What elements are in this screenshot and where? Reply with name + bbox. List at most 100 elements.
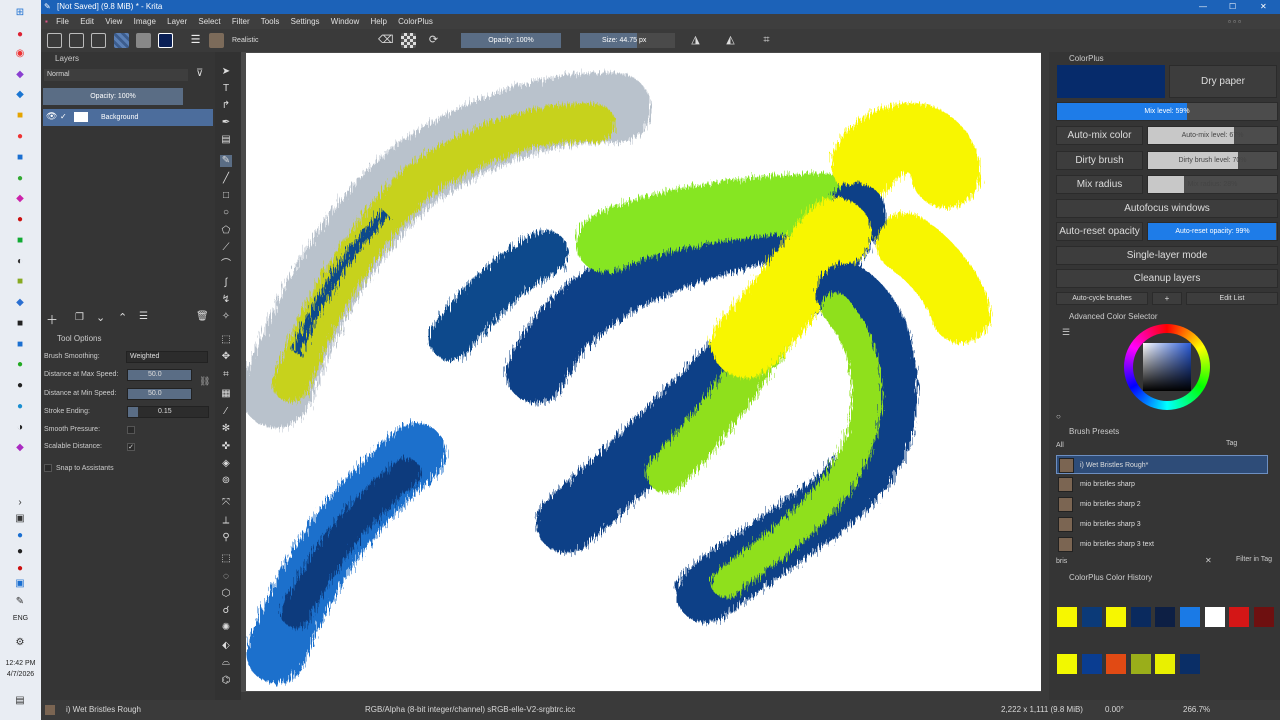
- ellipse-select-icon[interactable]: ◌: [220, 571, 232, 583]
- magnetic-select-icon[interactable]: ⌬: [220, 675, 232, 687]
- move-up-icon[interactable]: ⌃: [118, 311, 127, 324]
- single-layer-button[interactable]: Single-layer mode: [1056, 246, 1278, 265]
- minimize-button[interactable]: —: [1199, 0, 1207, 14]
- menu-help[interactable]: Help: [370, 17, 386, 26]
- color-history-swatch[interactable]: [1081, 654, 1102, 674]
- polyline-tool-icon[interactable]: ⟋: [220, 242, 232, 254]
- snap-checkbox[interactable]: [44, 464, 52, 472]
- polygon-select-icon[interactable]: ⬡: [220, 588, 232, 600]
- link-icon[interactable]: ⛓: [199, 376, 210, 387]
- color-history-swatch[interactable]: [1081, 607, 1102, 627]
- layer-properties-icon[interactable]: ☰: [139, 311, 148, 322]
- move-icon[interactable]: ✥: [220, 351, 232, 363]
- saturation-value-square[interactable]: [1143, 343, 1191, 391]
- crop-icon[interactable]: ⌗: [220, 369, 232, 381]
- stroke-ending-slider[interactable]: 0.15: [127, 406, 209, 418]
- bezier-select-icon[interactable]: ⌓: [220, 657, 232, 669]
- menu-edit[interactable]: Edit: [80, 17, 94, 26]
- app-icon[interactable]: ■: [12, 149, 28, 165]
- brush-preset-item[interactable]: mio bristles sharp 2: [1056, 495, 1268, 514]
- brush-preset-icon[interactable]: [209, 33, 224, 48]
- transform-icon[interactable]: ⬚: [220, 334, 232, 346]
- status-zoom[interactable]: 266.7%: [1183, 700, 1210, 720]
- auto-reset-button[interactable]: Auto-reset opacity: [1056, 222, 1143, 241]
- tag-button[interactable]: Tag: [1226, 440, 1237, 447]
- selector-options-icon[interactable]: ○: [1056, 412, 1061, 421]
- status-colorspace[interactable]: RGB/Alpha (8-bit integer/channel) sRGB-e…: [365, 700, 575, 720]
- filter-in-tag-label[interactable]: Filter in Tag: [1236, 556, 1272, 563]
- app-icon[interactable]: ●: [12, 170, 28, 186]
- edit-shape-icon[interactable]: ↱: [220, 100, 232, 112]
- clock-time[interactable]: 12:42 PM: [0, 660, 41, 667]
- blend-mode-select[interactable]: Realistic: [229, 33, 359, 48]
- multibrush-icon[interactable]: ✧: [220, 311, 232, 323]
- auto-mix-slider[interactable]: Auto-mix level: 67%: [1147, 126, 1278, 145]
- vscode-icon[interactable]: ◆: [12, 86, 28, 102]
- notification-icon[interactable]: ▤: [12, 692, 28, 708]
- app-icon[interactable]: ●: [12, 128, 28, 144]
- auto-mix-button[interactable]: Auto-mix color: [1056, 126, 1143, 145]
- mix-radius-slider[interactable]: Mix radius: 28%: [1147, 175, 1278, 194]
- stamp-icon[interactable]: ▤: [220, 134, 232, 146]
- new-document-icon[interactable]: [47, 33, 62, 48]
- color-history-swatch[interactable]: [1106, 654, 1127, 674]
- preset-search-input[interactable]: bris: [1056, 556, 1216, 567]
- layer-row[interactable]: 👁 ✓ Background: [43, 109, 213, 126]
- layer-opacity-slider[interactable]: Opacity: 100%: [43, 88, 183, 105]
- dirty-brush-slider[interactable]: Dirty brush level: 70%: [1147, 151, 1278, 170]
- alpha-lock-icon[interactable]: [401, 33, 416, 48]
- menu-select[interactable]: Select: [198, 17, 220, 26]
- color-history-swatch[interactable]: [1155, 654, 1176, 674]
- brush-preset-item[interactable]: mio bristles sharp: [1056, 475, 1268, 494]
- chevron-right-icon[interactable]: ›: [12, 494, 28, 510]
- mix-level-slider[interactable]: Mix level: 59%: [1056, 102, 1278, 121]
- mirror-vertical-icon[interactable]: ◭: [723, 33, 738, 48]
- app-icon[interactable]: ●: [12, 211, 28, 227]
- app-icon[interactable]: ◆: [12, 294, 28, 310]
- duplicate-layer-icon[interactable]: ❐: [75, 312, 84, 323]
- preset-filter-select[interactable]: All: [1056, 440, 1210, 451]
- layer-blend-mode-select[interactable]: Normal: [44, 69, 188, 81]
- similar-select-icon[interactable]: ⬖: [220, 640, 232, 652]
- color-history-swatch[interactable]: [1106, 607, 1127, 627]
- app-icon[interactable]: ■: [12, 315, 28, 331]
- contiguous-select-icon[interactable]: ✺: [220, 622, 232, 634]
- foreground-color-icon[interactable]: [158, 33, 173, 48]
- hue-ring[interactable]: [1124, 324, 1210, 410]
- status-rotation[interactable]: 0.00°: [1105, 700, 1124, 720]
- reference-icon[interactable]: ⚲: [220, 532, 232, 544]
- mirror-horizontal-icon[interactable]: ◮: [688, 33, 703, 48]
- line-tool-icon[interactable]: ╱: [220, 173, 232, 185]
- bezier-tool-icon[interactable]: ⌒: [220, 259, 232, 271]
- color-history-swatch[interactable]: [1204, 607, 1225, 627]
- rect-select-icon[interactable]: ⬚: [220, 553, 232, 565]
- add-layer-icon[interactable]: ＋: [46, 311, 58, 328]
- menu-view[interactable]: View: [105, 17, 122, 26]
- clear-search-icon[interactable]: ✕: [1205, 556, 1212, 565]
- opacity-slider[interactable]: Opacity: 100%: [461, 33, 561, 48]
- mix-radius-button[interactable]: Mix radius: [1056, 175, 1143, 194]
- tray-icon[interactable]: ▣: [12, 510, 28, 526]
- current-color-swatch[interactable]: [1057, 65, 1165, 98]
- menu-file[interactable]: File: [56, 17, 69, 26]
- scalable-distance-checkbox[interactable]: ✓: [127, 443, 135, 451]
- start-icon[interactable]: ⊞: [12, 4, 28, 20]
- menu-tools[interactable]: Tools: [261, 17, 280, 26]
- color-history-swatch[interactable]: [1130, 607, 1151, 627]
- language-indicator[interactable]: ENG: [0, 615, 41, 622]
- app-icon[interactable]: ●: [12, 398, 28, 414]
- eraser-icon[interactable]: ⌫: [378, 33, 394, 48]
- auto-reset-slider[interactable]: Auto-reset opacity: 99%: [1147, 222, 1278, 241]
- ellipse-tool-icon[interactable]: ○: [220, 207, 232, 219]
- tray-icon[interactable]: ●: [12, 543, 28, 559]
- menu-window[interactable]: Window: [331, 17, 359, 26]
- tray-icon[interactable]: ●: [12, 527, 28, 543]
- dist-min-slider[interactable]: 50.0: [127, 388, 192, 400]
- wrap-around-icon[interactable]: ⌗: [759, 33, 774, 48]
- polygon-tool-icon[interactable]: ⬠: [220, 225, 232, 237]
- auto-cycle-button[interactable]: Auto-cycle brushes: [1056, 292, 1148, 305]
- autofocus-button[interactable]: Autofocus windows: [1056, 199, 1278, 218]
- dist-max-slider[interactable]: 50.0: [127, 369, 192, 381]
- app-icon[interactable]: ◐: [12, 253, 28, 269]
- pattern-icon[interactable]: [136, 33, 151, 48]
